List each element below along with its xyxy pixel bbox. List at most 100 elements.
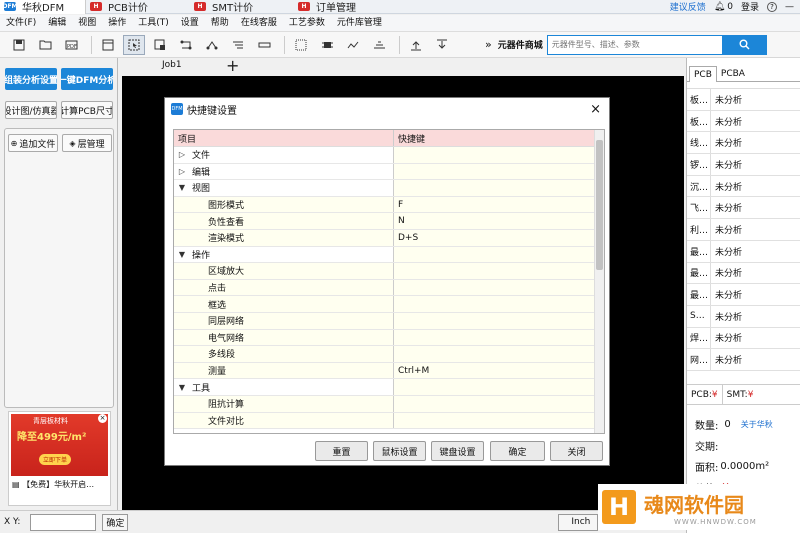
- window-tab[interactable]: DFM 华秋DFM: [0, 0, 86, 14]
- menu-item[interactable]: 帮助: [205, 15, 235, 32]
- expanded-arrow-icon[interactable]: ▼: [176, 383, 188, 392]
- scrollbar-thumb[interactable]: [596, 140, 603, 270]
- analysis-row[interactable]: 网… 未分析: [687, 349, 800, 371]
- menu-item[interactable]: 文件(F): [0, 15, 42, 32]
- component-icon[interactable]: [316, 35, 338, 55]
- scrollbar[interactable]: [594, 130, 604, 433]
- shortcut-row[interactable]: 文件对比: [174, 412, 604, 430]
- select-pointer-icon[interactable]: [123, 34, 145, 55]
- shortcut-row[interactable]: 框选: [174, 296, 604, 313]
- layer-manage-button[interactable]: ◈ 层管理: [62, 134, 112, 152]
- menu-item[interactable]: 在线客服: [235, 15, 283, 32]
- assembly-analysis-button[interactable]: 组装分析设置: [5, 68, 57, 90]
- one-click-dfm-button[interactable]: 一键DFM分析: [61, 68, 113, 90]
- menu-item[interactable]: 设置: [175, 15, 205, 32]
- mouse-settings-button[interactable]: 鼠标设置: [373, 441, 426, 461]
- feedback-link[interactable]: 建议反馈: [670, 0, 706, 13]
- menu-item[interactable]: 元件库管理: [331, 15, 388, 32]
- shortcut-key-cell[interactable]: N: [394, 213, 604, 229]
- design-sim-button[interactable]: 设计图/仿真器: [5, 101, 57, 119]
- shortcut-key-cell[interactable]: [394, 163, 604, 180]
- shortcut-row[interactable]: ▷ 文件: [174, 147, 604, 164]
- download-icon[interactable]: [431, 35, 453, 55]
- ad-banner[interactable]: 青层板材料 降至499元/m² 立即下单 × ▤ 【免费】华秋开启…: [8, 411, 111, 506]
- box-select-icon[interactable]: [149, 35, 171, 55]
- close-button[interactable]: 关闭: [550, 441, 603, 461]
- save-icon[interactable]: [8, 35, 30, 55]
- shortcut-row[interactable]: 渲染模式 D+S: [174, 229, 604, 247]
- expanded-arrow-icon[interactable]: ▼: [176, 250, 188, 259]
- collapsed-arrow-icon[interactable]: ▷: [176, 150, 188, 159]
- shortcut-key-cell[interactable]: F: [394, 196, 604, 213]
- store-search-input[interactable]: [546, 34, 723, 55]
- shortcut-key-cell[interactable]: [394, 296, 604, 312]
- shortcut-key-cell[interactable]: [394, 279, 604, 296]
- close-icon[interactable]: ×: [590, 102, 601, 117]
- shortcut-row[interactable]: 点击: [174, 279, 604, 297]
- ok-button[interactable]: 确定: [490, 441, 545, 461]
- polyline-icon[interactable]: [227, 35, 249, 55]
- xy-confirm-button[interactable]: 确定: [102, 513, 129, 531]
- add-tab-icon[interactable]: +: [226, 56, 239, 75]
- analysis-row[interactable]: 沉… 未分析: [687, 175, 800, 198]
- shortcut-row[interactable]: 电气网络: [174, 329, 604, 347]
- window-tab[interactable]: H PCB计价: [86, 0, 190, 14]
- shortcut-row[interactable]: 区域放大: [174, 263, 604, 280]
- analysis-row[interactable]: 最… 未分析: [687, 240, 800, 263]
- same-layer-net-icon[interactable]: [175, 35, 197, 55]
- copper-icon[interactable]: [368, 35, 390, 55]
- analysis-row[interactable]: 利… 未分析: [687, 219, 800, 241]
- keyboard-settings-button[interactable]: 键盘设置: [431, 441, 484, 461]
- job-tab[interactable]: Job1: [162, 60, 182, 70]
- menu-item[interactable]: 工艺参数: [283, 15, 331, 32]
- window-tab[interactable]: H SMT计价: [190, 0, 294, 14]
- shortcut-key-cell[interactable]: [394, 312, 604, 329]
- analysis-row[interactable]: 飞… 未分析: [687, 197, 800, 220]
- toolbar-more[interactable]: »: [485, 38, 492, 51]
- menu-item[interactable]: 编辑: [42, 15, 72, 32]
- collapsed-arrow-icon[interactable]: ▷: [176, 167, 188, 176]
- shortcut-key-cell[interactable]: [394, 412, 604, 429]
- shortcut-row[interactable]: ▷ 编辑: [174, 163, 604, 181]
- analysis-row[interactable]: 板… 未分析: [687, 89, 800, 111]
- shortcut-row[interactable]: 同层网络: [174, 312, 604, 330]
- help-icon[interactable]: ?: [767, 1, 777, 12]
- reset-button[interactable]: 重置: [315, 441, 368, 461]
- shortcut-key-cell[interactable]: [394, 147, 604, 163]
- bell-icon[interactable]: 🔔︎: [714, 2, 725, 12]
- price-tab-pcb[interactable]: PCB: ¥: [687, 384, 723, 405]
- shortcut-key-cell[interactable]: [394, 329, 604, 346]
- price-tab-smt[interactable]: SMT: ¥: [723, 390, 758, 400]
- analysis-row[interactable]: 板… 未分析: [687, 110, 800, 133]
- ad-close-icon[interactable]: ×: [98, 414, 107, 423]
- shortcut-key-cell[interactable]: Ctrl+M: [394, 362, 604, 379]
- analysis-row[interactable]: 焊… 未分析: [687, 327, 800, 350]
- grid-view-icon[interactable]: [290, 35, 312, 55]
- shortcut-row[interactable]: 负性查看 N: [174, 213, 604, 230]
- about-link[interactable]: 关于华秋: [741, 419, 773, 430]
- shortcut-row[interactable]: 测量 Ctrl+M: [174, 362, 604, 380]
- minimize-icon[interactable]: —: [785, 2, 794, 12]
- add-file-button[interactable]: ⊕ 追加文件: [8, 134, 58, 152]
- xy-input[interactable]: [30, 513, 97, 531]
- analysis-row[interactable]: 最… 未分析: [687, 284, 800, 306]
- menu-item[interactable]: 操作: [102, 15, 132, 32]
- analysis-row[interactable]: 锣… 未分析: [687, 154, 800, 176]
- pdf-export-icon[interactable]: PDF: [60, 35, 82, 55]
- analysis-row[interactable]: 最… 未分析: [687, 262, 800, 285]
- upload-icon[interactable]: [405, 35, 427, 55]
- shortcut-row[interactable]: ▼ 工具: [174, 379, 604, 396]
- shortcut-key-cell[interactable]: [394, 246, 604, 263]
- unit-select[interactable]: Inch: [558, 513, 599, 531]
- analysis-row[interactable]: 线… 未分析: [687, 132, 800, 155]
- shortcut-row[interactable]: 阻抗计算: [174, 395, 604, 413]
- shortcut-row[interactable]: ▼ 视图: [174, 180, 604, 197]
- expanded-arrow-icon[interactable]: ▼: [176, 183, 188, 192]
- shortcut-key-cell[interactable]: D+S: [394, 229, 604, 246]
- shortcut-row[interactable]: 多线段: [174, 346, 604, 363]
- store-search-button[interactable]: [722, 34, 767, 55]
- shortcut-key-cell[interactable]: [394, 379, 604, 395]
- calc-pcb-size-button[interactable]: 计算PCB尺寸: [61, 101, 113, 119]
- tab-pcba[interactable]: PCBA: [717, 66, 749, 82]
- login-link[interactable]: 登录: [741, 0, 759, 13]
